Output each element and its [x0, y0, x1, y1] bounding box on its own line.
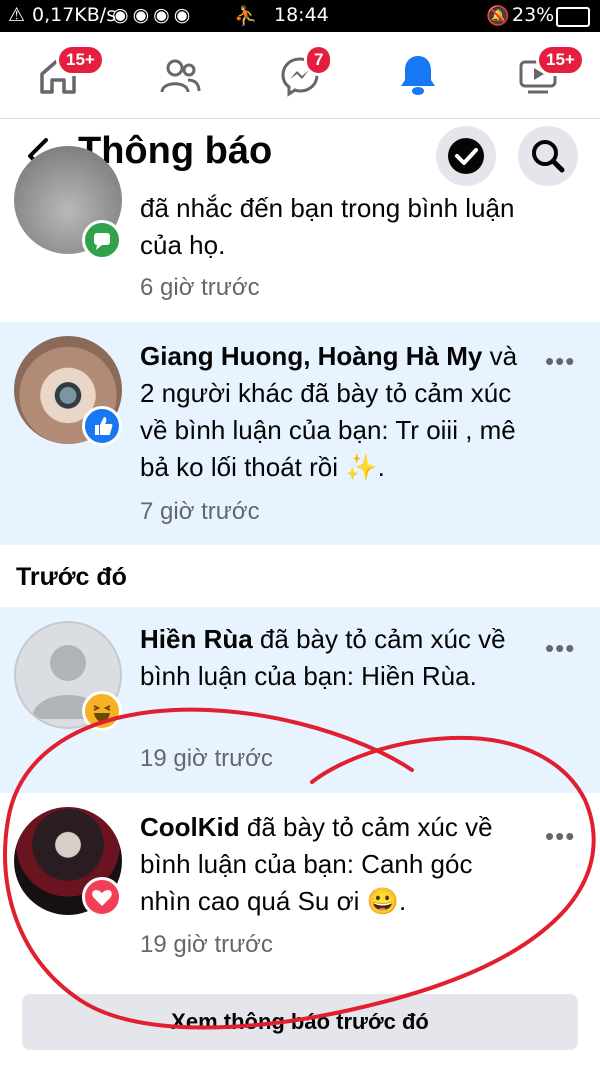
love-icon: [82, 877, 122, 917]
mute-icon: 🔕: [486, 5, 510, 27]
watch-badge: 15+: [536, 44, 585, 76]
nav-friends[interactable]: [158, 48, 210, 100]
haha-icon: [82, 691, 122, 731]
more-options-icon[interactable]: •••: [545, 821, 575, 852]
notification-item[interactable]: Hiền Rùa đã bày tỏ cảm xúc về bình luận …: [0, 607, 600, 793]
notification-item[interactable]: đã nhắc đến bạn trong bình luận của họ. …: [0, 146, 600, 320]
nav-notifications[interactable]: [396, 48, 448, 100]
see-earlier-notifications-button[interactable]: Xem thông báo trước đó: [22, 994, 578, 1050]
notification-time: 19 giờ trước: [140, 931, 273, 958]
notification-time: 7 giờ trước: [140, 498, 260, 525]
status-bar: ⚠ 0,17KB/s ◉◉◉◉ ⛹ 18:44 🔕 23%: [0, 0, 600, 32]
more-options-icon[interactable]: •••: [545, 346, 575, 377]
notification-item[interactable]: Giang Huong, Hoàng Hà My và 2 người khác…: [0, 322, 600, 545]
search-button[interactable]: [518, 126, 578, 186]
check-circle-icon: [448, 138, 484, 174]
clock-time: 18:44: [274, 4, 329, 26]
messenger-badge: 7: [304, 44, 334, 76]
network-speed: 0,17KB/s: [32, 4, 117, 26]
battery-icon: [556, 7, 590, 27]
more-options-icon[interactable]: •••: [545, 633, 575, 664]
notification-text: Hiền Rùa đã bày tỏ cảm xúc về bình luận …: [140, 621, 520, 695]
actor-name: Hiền Rùa: [140, 624, 253, 654]
notification-item[interactable]: CoolKid đã bày tỏ cảm xúc về bình luận c…: [0, 795, 600, 985]
battery-level: 23%: [512, 4, 555, 26]
nav-watch[interactable]: 15+: [516, 44, 585, 100]
notification-dot: ⚠: [8, 4, 26, 26]
section-title: Trước đó: [16, 563, 127, 591]
notification-time: 6 giờ trước: [140, 274, 260, 301]
person-icon: ⛹: [234, 5, 258, 27]
notification-time: 19 giờ trước: [140, 745, 273, 772]
mark-all-read-button[interactable]: [436, 126, 496, 186]
emoji: 😀: [366, 886, 400, 916]
home-badge: 15+: [56, 44, 105, 76]
notification-text: CoolKid đã bày tỏ cảm xúc về bình luận c…: [140, 812, 493, 916]
notification-text: Giang Huong, Hoàng Hà My và 2 người khác…: [140, 341, 518, 482]
status-icons: ◉◉◉◉: [112, 4, 195, 26]
search-icon: [532, 140, 565, 173]
friends-icon: [160, 59, 201, 93]
actor-names: Giang Huong, Hoàng Hà My: [140, 341, 483, 371]
comment-icon: [82, 220, 122, 260]
actor-name: CoolKid: [140, 812, 240, 842]
emoji: ✨: [345, 452, 378, 482]
nav-messenger[interactable]: 7: [278, 44, 334, 100]
top-navigation: 15+ 7 15+: [0, 32, 600, 119]
like-icon: [82, 406, 122, 446]
nav-home[interactable]: 15+: [36, 44, 105, 100]
bell-icon: [401, 56, 435, 95]
notification-text: đã nhắc đến bạn trong bình luận của họ.: [140, 193, 515, 260]
